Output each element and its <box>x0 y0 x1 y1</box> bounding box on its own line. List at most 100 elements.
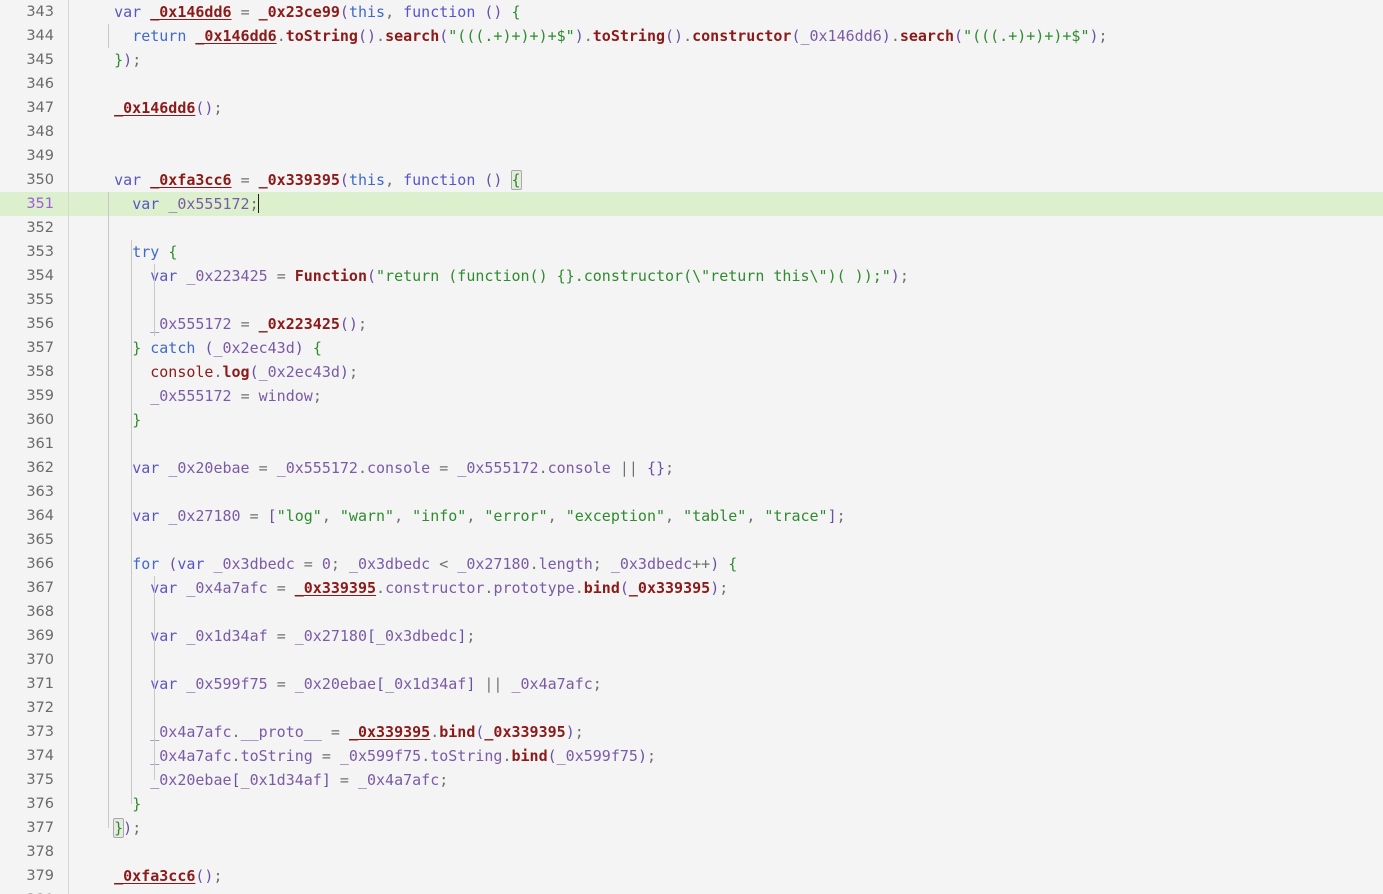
code-line[interactable]: 373 _0x4a7afc.__proto__ = _0x339395.bind… <box>0 720 1383 744</box>
line-content[interactable]: var _0x599f75 = _0x20ebae[_0x1d34af] || … <box>78 672 602 696</box>
line-number[interactable]: 372 <box>0 696 54 720</box>
line-content[interactable]: return _0x146dd6.toString().search("(((.… <box>78 24 1107 48</box>
code-line[interactable]: 343 var _0x146dd6 = _0x23ce99(this, func… <box>0 0 1383 24</box>
line-content[interactable]: var _0x146dd6 = _0x23ce99(this, function… <box>78 0 520 24</box>
code-line[interactable]: 372 <box>0 696 1383 720</box>
line-number[interactable]: 349 <box>0 144 54 168</box>
line-content[interactable]: _0x555172 = _0x223425(); <box>78 312 367 336</box>
line-number[interactable]: 378 <box>0 840 54 864</box>
code-line[interactable]: 347 _0x146dd6(); <box>0 96 1383 120</box>
code-line[interactable]: 353 try { <box>0 240 1383 264</box>
line-number[interactable]: 354 <box>0 264 54 288</box>
code-line[interactable]: 371 var _0x599f75 = _0x20ebae[_0x1d34af]… <box>0 672 1383 696</box>
line-number[interactable]: 350 <box>0 168 54 192</box>
code-line[interactable]: 358 console.log(_0x2ec43d); <box>0 360 1383 384</box>
line-content[interactable]: _0x4a7afc.toString = _0x599f75.toString.… <box>78 744 656 768</box>
code-line[interactable]: 374 _0x4a7afc.toString = _0x599f75.toStr… <box>0 744 1383 768</box>
code-line[interactable]: 357 } catch (_0x2ec43d) { <box>0 336 1383 360</box>
line-content[interactable]: }); <box>78 48 141 72</box>
code-line[interactable]: 350 var _0xfa3cc6 = _0x339395(this, func… <box>0 168 1383 192</box>
code-line[interactable]: 366 for (var _0x3dbedc = 0; _0x3dbedc < … <box>0 552 1383 576</box>
line-content[interactable]: _0x20ebae[_0x1d34af] = _0x4a7afc; <box>78 768 448 792</box>
code-line[interactable]: 378 <box>0 840 1383 864</box>
line-number[interactable]: 346 <box>0 72 54 96</box>
code-line[interactable]: 367 var _0x4a7afc = _0x339395.constructo… <box>0 576 1383 600</box>
line-number[interactable]: 359 <box>0 384 54 408</box>
code-line[interactable]: 369 var _0x1d34af = _0x27180[_0x3dbedc]; <box>0 624 1383 648</box>
code-line[interactable]: 356 _0x555172 = _0x223425(); <box>0 312 1383 336</box>
line-number[interactable]: 356 <box>0 312 54 336</box>
line-number[interactable]: 367 <box>0 576 54 600</box>
code-line[interactable]: 349 <box>0 144 1383 168</box>
line-number[interactable]: 379 <box>0 864 54 888</box>
code-line[interactable]: 365 <box>0 528 1383 552</box>
line-number[interactable]: 360 <box>0 408 54 432</box>
code-line[interactable]: 376 } <box>0 792 1383 816</box>
line-content[interactable]: var _0xfa3cc6 = _0x339395(this, function… <box>78 168 522 192</box>
code-line[interactable]: 345 }); <box>0 48 1383 72</box>
line-number[interactable]: 347 <box>0 96 54 120</box>
line-content[interactable]: var _0x20ebae = _0x555172.console = _0x5… <box>78 456 674 480</box>
line-number[interactable]: 364 <box>0 504 54 528</box>
code-line[interactable]: 352 <box>0 216 1383 240</box>
code-line[interactable]: 375 _0x20ebae[_0x1d34af] = _0x4a7afc; <box>0 768 1383 792</box>
line-content[interactable]: try { <box>78 240 177 264</box>
line-content[interactable]: _0x146dd6(); <box>78 96 222 120</box>
line-number[interactable]: 358 <box>0 360 54 384</box>
line-number[interactable]: 369 <box>0 624 54 648</box>
code-line[interactable]: 362 var _0x20ebae = _0x555172.console = … <box>0 456 1383 480</box>
line-number[interactable]: 344 <box>0 24 54 48</box>
line-content[interactable]: _0x555172 = window; <box>78 384 322 408</box>
line-content[interactable]: } <box>78 408 141 432</box>
line-number[interactable]: 371 <box>0 672 54 696</box>
line-number[interactable]: 370 <box>0 648 54 672</box>
line-number[interactable]: 377 <box>0 816 54 840</box>
code-line[interactable]: 359 _0x555172 = window; <box>0 384 1383 408</box>
code-line[interactable]: 344 return _0x146dd6.toString().search("… <box>0 24 1383 48</box>
line-content[interactable]: }); <box>78 816 141 840</box>
line-number[interactable]: 380 <box>0 888 54 894</box>
code-line[interactable]: 361 <box>0 432 1383 456</box>
line-number[interactable]: 376 <box>0 792 54 816</box>
code-line[interactable]: 346 <box>0 72 1383 96</box>
line-content[interactable]: var _0x4a7afc = _0x339395.constructor.pr… <box>78 576 728 600</box>
code-line[interactable]: 355 <box>0 288 1383 312</box>
line-content[interactable]: var _0x27180 = ["log", "warn", "info", "… <box>78 504 845 528</box>
line-content[interactable]: var _0x223425 = Function("return (functi… <box>78 264 909 288</box>
line-number[interactable]: 363 <box>0 480 54 504</box>
line-content[interactable]: _0x4a7afc.__proto__ = _0x339395.bind(_0x… <box>78 720 584 744</box>
line-number[interactable]: 361 <box>0 432 54 456</box>
code-line[interactable]: 368 <box>0 600 1383 624</box>
line-content[interactable]: var _0x1d34af = _0x27180[_0x3dbedc]; <box>78 624 475 648</box>
line-content[interactable]: console.log(_0x2ec43d); <box>78 360 358 384</box>
line-content[interactable]: _0xfa3cc6(); <box>78 864 222 888</box>
line-number[interactable]: 357 <box>0 336 54 360</box>
line-number[interactable]: 353 <box>0 240 54 264</box>
line-number[interactable]: 374 <box>0 744 54 768</box>
line-number[interactable]: 348 <box>0 120 54 144</box>
code-line[interactable]: 348 <box>0 120 1383 144</box>
line-number[interactable]: 351 <box>0 192 54 216</box>
line-content[interactable]: } <box>78 792 141 816</box>
code-line[interactable]: 370 <box>0 648 1383 672</box>
line-number[interactable]: 366 <box>0 552 54 576</box>
code-line[interactable]: 379 _0xfa3cc6(); <box>0 864 1383 888</box>
line-number[interactable]: 373 <box>0 720 54 744</box>
code-line-active[interactable]: 351 var _0x555172; <box>0 192 1383 216</box>
code-line[interactable]: 377 }); <box>0 816 1383 840</box>
code-line[interactable]: 364 var _0x27180 = ["log", "warn", "info… <box>0 504 1383 528</box>
line-number[interactable]: 355 <box>0 288 54 312</box>
code-line[interactable]: 363 <box>0 480 1383 504</box>
line-content[interactable]: var _0x555172; <box>78 192 259 216</box>
line-number[interactable]: 345 <box>0 48 54 72</box>
line-number[interactable]: 365 <box>0 528 54 552</box>
line-number[interactable]: 343 <box>0 0 54 24</box>
line-content[interactable]: for (var _0x3dbedc = 0; _0x3dbedc < _0x2… <box>78 552 737 576</box>
code-editor[interactable]: 343 var _0x146dd6 = _0x23ce99(this, func… <box>0 0 1383 894</box>
code-line[interactable]: 354 var _0x223425 = Function("return (fu… <box>0 264 1383 288</box>
line-number[interactable]: 368 <box>0 600 54 624</box>
line-number[interactable]: 352 <box>0 216 54 240</box>
code-line[interactable]: 380 <box>0 888 1383 894</box>
line-number[interactable]: 362 <box>0 456 54 480</box>
line-content[interactable]: } catch (_0x2ec43d) { <box>78 336 322 360</box>
